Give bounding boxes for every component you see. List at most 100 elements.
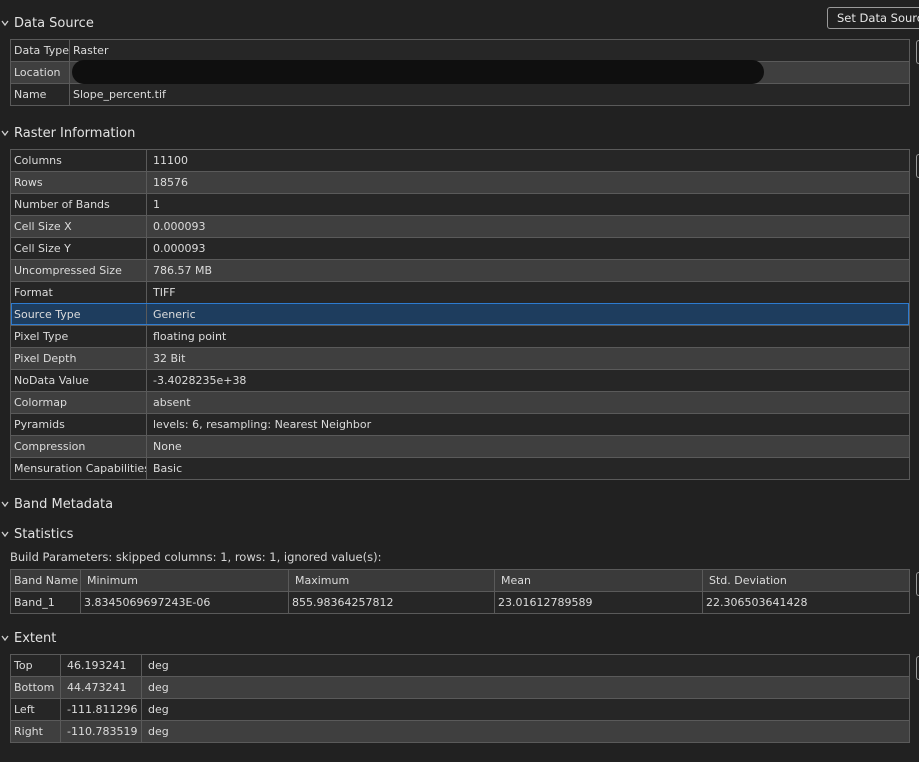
table-row[interactable]: Rows 18576 bbox=[11, 171, 909, 193]
section-title: Data Source bbox=[14, 15, 94, 31]
row-unit: deg bbox=[148, 703, 169, 716]
table-row[interactable]: Mensuration Capabilities Basic bbox=[11, 457, 909, 479]
section-data-source[interactable]: Data Source bbox=[0, 14, 94, 32]
row-label: Right bbox=[11, 721, 61, 742]
row-label: Rows bbox=[11, 172, 147, 193]
minimum-cell: 3.8345069697243E-06 bbox=[81, 592, 289, 613]
table-row[interactable]: Cell Size Y 0.000093 bbox=[11, 237, 909, 259]
table-row[interactable]: Uncompressed Size 786.57 MB bbox=[11, 259, 909, 281]
chevron-down-icon[interactable] bbox=[1, 500, 9, 508]
row-label: Left bbox=[11, 699, 61, 720]
row-label: Mensuration Capabilities bbox=[11, 458, 147, 479]
table-row[interactable]: Cell Size X 0.000093 bbox=[11, 215, 909, 237]
mean-cell: 23.01612789589 bbox=[495, 592, 703, 613]
table-header-row: Band Name Minimum Maximum Mean Std. Devi… bbox=[11, 570, 909, 591]
row-value: 46.193241 bbox=[61, 655, 142, 676]
chevron-down-icon[interactable] bbox=[1, 634, 9, 642]
row-label: Uncompressed Size bbox=[11, 260, 147, 281]
row-label: Bottom bbox=[11, 677, 61, 698]
section-extent[interactable]: Extent bbox=[0, 629, 56, 647]
table-row[interactable]: Bottom 44.473241 deg bbox=[11, 676, 909, 698]
column-header[interactable]: Std. Deviation bbox=[703, 570, 909, 591]
row-label: NoData Value bbox=[11, 370, 147, 391]
row-value: levels: 6, resampling: Nearest Neighbor bbox=[153, 418, 372, 431]
row-label: Cell Size Y bbox=[11, 238, 147, 259]
row-value: 786.57 MB bbox=[153, 264, 213, 277]
table-row[interactable]: Left -111.811296 deg bbox=[11, 698, 909, 720]
table-row[interactable]: Pixel Depth 32 Bit bbox=[11, 347, 909, 369]
row-label: Source Type bbox=[11, 304, 147, 325]
row-value: 32 Bit bbox=[153, 352, 186, 365]
extent-table: Top 46.193241 deg Bottom 44.473241 deg Left -11… bbox=[10, 654, 910, 743]
row-label: Cell Size X bbox=[11, 216, 147, 237]
row-value: 18576 bbox=[153, 176, 188, 189]
statistics-table: Band Name Minimum Maximum Mean Std. Devi… bbox=[10, 569, 910, 614]
column-header[interactable]: Mean bbox=[495, 570, 703, 591]
row-value: -110.783519 bbox=[61, 721, 142, 742]
row-label: Number of Bands bbox=[11, 194, 147, 215]
row-value: Slope_percent.tif bbox=[73, 88, 166, 101]
table-row[interactable]: Band_1 3.8345069697243E-06 855.983642578… bbox=[11, 591, 909, 613]
section-title: Statistics bbox=[14, 526, 74, 542]
row-unit: deg bbox=[148, 681, 169, 694]
row-value: 0.000093 bbox=[153, 242, 206, 255]
table-row[interactable]: Top 46.193241 deg bbox=[11, 655, 909, 676]
row-value: absent bbox=[153, 396, 191, 409]
table-row[interactable]: Name Slope_percent.tif bbox=[11, 83, 909, 105]
table-row[interactable]: Number of Bands 1 bbox=[11, 193, 909, 215]
table-row[interactable]: Pyramids levels: 6, resampling: Nearest N… bbox=[11, 413, 909, 435]
table-row[interactable]: Format TIFF bbox=[11, 281, 909, 303]
row-label: Columns bbox=[11, 150, 147, 171]
section-title: Band Metadata bbox=[14, 496, 114, 512]
band-name-cell: Band_1 bbox=[11, 592, 81, 613]
row-label: Pixel Type bbox=[11, 326, 147, 347]
chevron-down-icon[interactable] bbox=[1, 129, 9, 137]
row-value: TIFF bbox=[153, 286, 176, 299]
row-value: Basic bbox=[153, 462, 183, 475]
column-header[interactable]: Minimum bbox=[81, 570, 289, 591]
std-deviation-cell: 22.306503641428 bbox=[706, 596, 808, 609]
column-header[interactable]: Maximum bbox=[289, 570, 495, 591]
table-row[interactable]: Pixel Type floating point bbox=[11, 325, 909, 347]
row-value: 44.473241 bbox=[61, 677, 142, 698]
table-row[interactable]: Columns 11100 bbox=[11, 150, 909, 171]
row-unit: deg bbox=[148, 659, 169, 672]
table-row[interactable]: Source Type Generic bbox=[11, 303, 909, 325]
row-unit: deg bbox=[148, 725, 169, 738]
row-value: 11100 bbox=[153, 154, 188, 167]
row-label: Compression bbox=[11, 436, 147, 457]
section-title: Extent bbox=[14, 630, 57, 646]
row-value: Generic bbox=[153, 308, 196, 321]
row-value: None bbox=[153, 440, 182, 453]
section-title: Raster Information bbox=[14, 125, 136, 141]
row-label: Colormap bbox=[11, 392, 147, 413]
row-label: Data Type bbox=[11, 40, 70, 61]
row-value: Raster bbox=[73, 44, 109, 57]
build-parameters-text: Build Parameters: skipped columns: 1, ro… bbox=[10, 550, 382, 564]
table-row[interactable]: Compression None bbox=[11, 435, 909, 457]
table-row[interactable]: Right -110.783519 deg bbox=[11, 720, 909, 742]
row-value: floating point bbox=[153, 330, 227, 343]
section-statistics[interactable]: Statistics bbox=[0, 525, 73, 543]
row-value: 1 bbox=[153, 198, 160, 211]
chevron-down-icon[interactable] bbox=[1, 530, 9, 538]
row-label: Name bbox=[11, 84, 70, 105]
row-value: 0.000093 bbox=[153, 220, 206, 233]
row-label: Location bbox=[11, 62, 70, 83]
row-label: Format bbox=[11, 282, 147, 303]
row-label: Pixel Depth bbox=[11, 348, 147, 369]
redacted-location bbox=[72, 60, 764, 84]
set-data-source-button[interactable]: Set Data Source bbox=[827, 7, 919, 29]
table-row[interactable]: NoData Value -3.4028235e+38 bbox=[11, 369, 909, 391]
row-label: Pyramids bbox=[11, 414, 147, 435]
row-value: -3.4028235e+38 bbox=[153, 374, 247, 387]
table-row[interactable]: Colormap absent bbox=[11, 391, 909, 413]
section-raster-information[interactable]: Raster Information bbox=[0, 124, 135, 142]
raster-information-table: Columns 11100 Rows 18576 Number of Bands 1 Cel… bbox=[10, 149, 910, 480]
row-label: Top bbox=[11, 655, 61, 676]
table-row[interactable]: Data Type Raster bbox=[11, 40, 909, 61]
chevron-down-icon[interactable] bbox=[1, 19, 9, 27]
section-band-metadata[interactable]: Band Metadata bbox=[0, 495, 113, 513]
column-header[interactable]: Band Name bbox=[11, 570, 81, 591]
row-value: -111.811296 bbox=[61, 699, 142, 720]
